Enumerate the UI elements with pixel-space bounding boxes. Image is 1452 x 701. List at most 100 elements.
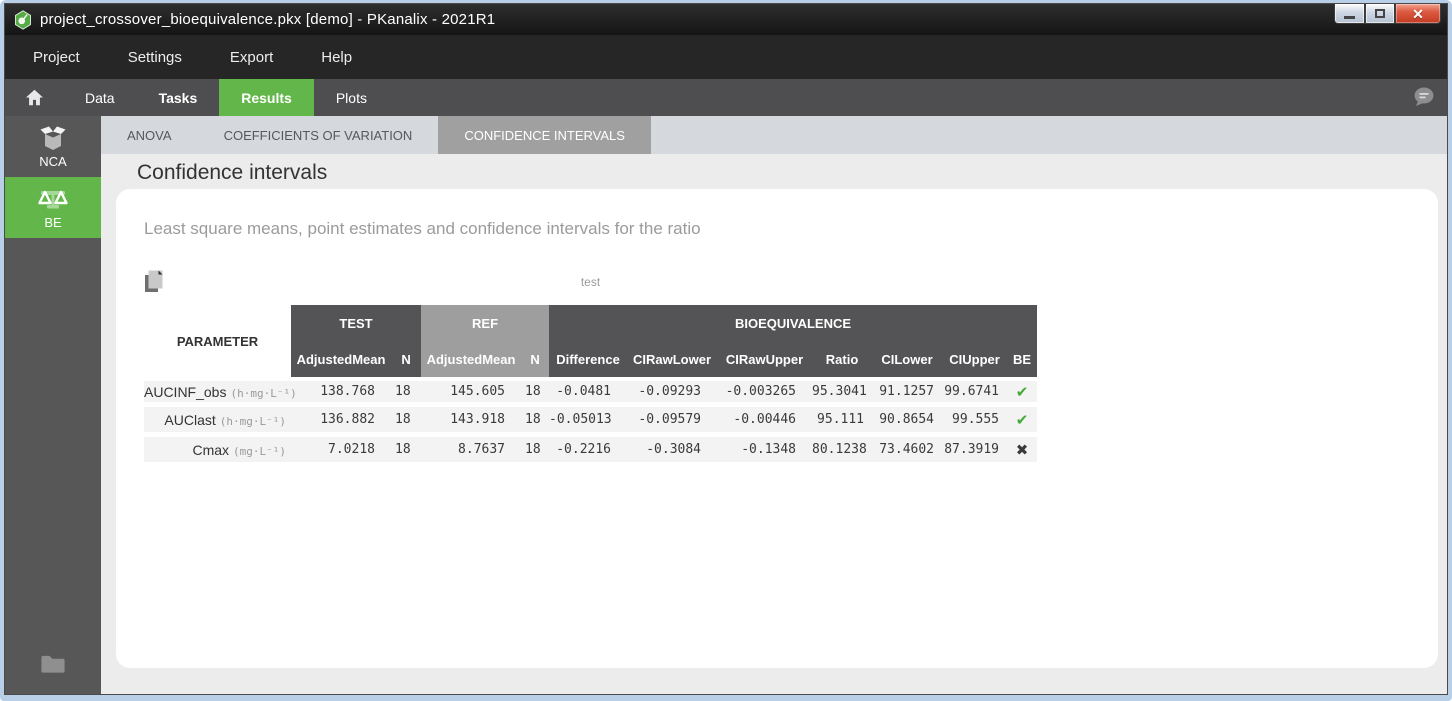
ref-adjustedmean-cell: 143.918 [421,407,521,437]
results-card: Least square means, point estimates and … [116,189,1438,668]
parameter-unit: (h·mg·L⁻¹) [220,415,286,428]
nav-tab-bar: Data Tasks Results Plots [5,79,1447,116]
table-zone: test PARAMETER [144,269,1037,467]
cilower-cell: 91.1257 [872,377,942,407]
test-adjustedmean-cell: 138.768 [291,377,391,407]
sidebar-item-label: NCA [39,154,66,169]
column-header-be: BE [1007,341,1037,377]
parameter-cell: Cmax (mg·L⁻¹) [144,437,291,467]
parameter-cell: AUClast (h·mg·L⁻¹) [144,407,291,437]
home-button[interactable] [5,79,63,116]
confidence-intervals-table: PARAMETER TEST REF BIOEQUIVALENCE Adjust… [144,305,1037,467]
parameter-name: Cmax [192,442,229,458]
cirawupper-cell: -0.003265 [717,377,812,407]
menu-project[interactable]: Project [33,49,80,66]
task-sidebar: NCA BE [5,116,101,694]
subtab-anova[interactable]: ANOVA [101,116,198,154]
table-row: AUCINF_obs(h·mg·L⁻¹) 138.768 18 145.605 … [144,377,1037,407]
main-body: NCA BE [5,116,1447,694]
table-row: Cmax (mg·L⁻¹) 7.0218 18 8.7637 18 -0.2216… [144,437,1037,467]
package-icon [37,125,69,151]
group-header-row: PARAMETER TEST REF BIOEQUIVALENCE [144,305,1037,341]
column-header-test-adjustedmean: AdjustedMean [291,341,391,377]
sidebar-item-label: BE [44,215,61,230]
be-status-icon: ✔ [1007,407,1037,437]
ref-n-cell: 18 [521,407,549,437]
cirawlower-cell: -0.09579 [627,407,717,437]
cilower-cell: 73.4602 [872,437,942,467]
difference-cell: -0.05013 [549,407,627,437]
cilower-cell: 90.8654 [872,407,942,437]
home-icon [25,89,44,106]
table-toolbar: test [144,269,1037,299]
sidebar-item-nca[interactable]: NCA [5,116,101,177]
be-status-icon: ✔ [1007,377,1037,407]
test-adjustedmean-cell: 7.0218 [291,437,391,467]
column-header-cirawupper: CIRawUpper [717,341,812,377]
minimize-button[interactable] [1334,4,1365,24]
dataset-label: test [144,275,1037,289]
sidebar-item-be[interactable]: BE [5,177,101,238]
ciupper-cell: 87.3919 [942,437,1007,467]
tab-results[interactable]: Results [219,79,314,116]
column-header-ratio: Ratio [812,341,872,377]
ratio-cell: 80.1238 [812,437,872,467]
cirawlower-cell: -0.3084 [627,437,717,467]
app-logo-icon [13,10,33,30]
column-header-difference: Difference [549,341,627,377]
cirawupper-cell: -0.1348 [717,437,812,467]
close-button[interactable]: ✕ [1395,4,1441,24]
column-header-ref-n: N [521,341,549,377]
difference-cell: -0.2216 [549,437,627,467]
column-header-cilower: CILower [872,341,942,377]
page-title: Confidence intervals [137,161,1447,185]
maximize-button[interactable] [1365,4,1395,24]
ciupper-cell: 99.6741 [942,377,1007,407]
difference-cell: -0.0481 [549,377,627,407]
tab-tasks[interactable]: Tasks [137,79,220,116]
menu-help[interactable]: Help [321,49,352,66]
ref-adjustedmean-cell: 145.605 [421,377,521,407]
column-header-ref-adjustedmean: AdjustedMean [421,341,521,377]
parameter-name: AUCINF_obs [144,384,226,400]
be-status-icon: ✖ [1007,437,1037,467]
ref-adjustedmean-cell: 8.7637 [421,437,521,467]
subtab-confidence-intervals[interactable]: CONFIDENCE INTERVALS [438,116,651,154]
window-controls: ✕ [1334,4,1441,24]
table-row: AUClast(h·mg·L⁻¹) 136.882 18 143.918 18 … [144,407,1037,437]
window-title: project_crossover_bioequivalence.pkx [de… [40,11,495,28]
group-header-test: TEST [291,305,421,341]
ciupper-cell: 99.555 [942,407,1007,437]
content-area: ANOVA COEFFICIENTS OF VARIATION CONFIDEN… [101,116,1447,694]
column-header-parameter: PARAMETER [144,305,291,377]
window-inner: project_crossover_bioequivalence.pkx [de… [4,3,1448,695]
parameter-name: AUClast [164,412,215,428]
cirawlower-cell: -0.09293 [627,377,717,407]
ref-n-cell: 18 [521,377,549,407]
project-folder-button[interactable] [5,634,101,694]
balance-scale-icon [35,186,71,212]
menu-settings[interactable]: Settings [128,49,182,66]
app-window: project_crossover_bioequivalence.pkx [de… [0,0,1452,701]
test-n-cell: 18 [391,437,421,467]
column-header-test-n: N [391,341,421,377]
column-header-cirawlower: CIRawLower [627,341,717,377]
ref-n-cell: 18 [521,437,549,467]
group-header-ref: REF [421,305,549,341]
tab-plots[interactable]: Plots [314,79,389,116]
chat-bubble-icon [1411,85,1437,109]
folder-icon [39,653,67,675]
parameter-unit: (mg·L⁻¹) [233,445,286,458]
menu-export[interactable]: Export [230,49,273,66]
title-bar: project_crossover_bioequivalence.pkx [de… [5,4,1447,35]
subtab-coefficients-of-variation[interactable]: COEFFICIENTS OF VARIATION [198,116,439,154]
test-adjustedmean-cell: 136.882 [291,407,391,437]
test-n-cell: 18 [391,377,421,407]
menu-bar: Project Settings Export Help [5,35,1447,79]
feedback-button[interactable] [1411,85,1437,114]
group-header-bioequivalence: BIOEQUIVALENCE [549,305,1037,341]
test-n-cell: 18 [391,407,421,437]
tab-data[interactable]: Data [63,79,137,116]
parameter-unit: (h·mg·L⁻¹) [230,387,296,400]
section-subtitle: Least square means, point estimates and … [144,219,1406,239]
